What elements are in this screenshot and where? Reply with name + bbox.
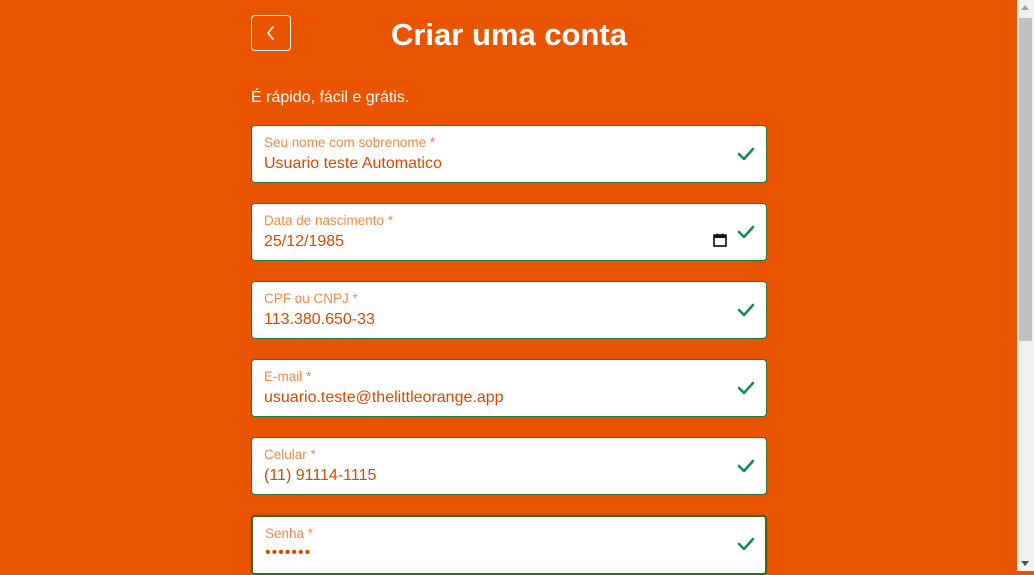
name-field[interactable]: Seu nome com sobrenome *: [251, 125, 767, 183]
check-icon: [737, 459, 755, 473]
page-subtitle: É rápido, fácil e grátis.: [251, 89, 410, 106]
phone-input[interactable]: [264, 466, 706, 486]
phone-field[interactable]: Celular *: [251, 437, 767, 495]
vertical-scrollbar[interactable]: [1017, 0, 1034, 571]
name-field-label: Seu nome com sobrenome *: [264, 135, 436, 150]
check-icon: [737, 381, 755, 395]
page-title: Criar uma conta: [390, 17, 627, 52]
document-field[interactable]: CPF ou CNPJ *: [251, 281, 767, 339]
name-input[interactable]: [264, 154, 706, 174]
document-input[interactable]: [264, 310, 706, 330]
scroll-up-arrow-icon[interactable]: [1021, 5, 1029, 10]
phone-field-label: Celular *: [264, 447, 316, 462]
birthdate-field[interactable]: Data de nascimento *: [251, 203, 767, 261]
password-input[interactable]: [265, 543, 705, 563]
calendar-icon[interactable]: [713, 233, 727, 247]
check-icon: [737, 225, 755, 239]
document-field-label: CPF ou CNPJ *: [264, 291, 358, 306]
check-icon: [737, 147, 755, 161]
check-icon: [737, 303, 755, 317]
signup-page: Criar uma conta É rápido, fácil e grátis…: [0, 0, 1017, 575]
scroll-down-arrow-icon[interactable]: [1021, 561, 1029, 566]
birthdate-input[interactable]: [264, 232, 706, 252]
email-field-label: E-mail *: [264, 369, 312, 384]
scroll-thumb[interactable]: [1019, 18, 1032, 341]
password-field[interactable]: Senha *: [251, 515, 767, 575]
password-field-label: Senha *: [265, 526, 314, 541]
birthdate-field-label: Data de nascimento *: [264, 213, 394, 228]
email-field[interactable]: E-mail *: [251, 359, 767, 417]
check-icon: [737, 537, 755, 551]
email-input[interactable]: [264, 388, 706, 408]
